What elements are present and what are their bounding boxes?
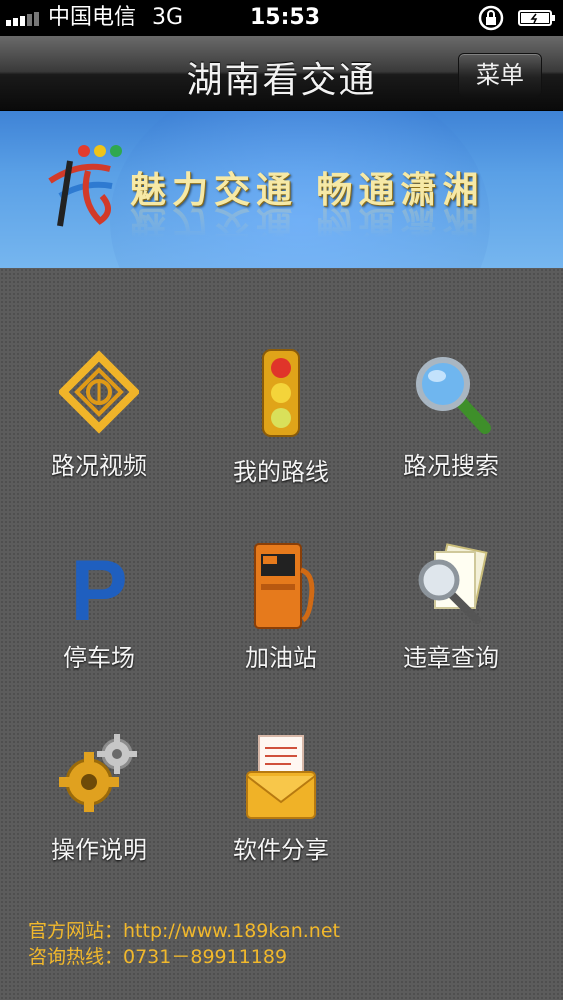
footer-info: 官方网站：http://www.189kan.net 咨询热线：0731－899… [28, 918, 340, 970]
grid-item-violation-query[interactable]: 违章查询 [366, 540, 536, 700]
video-camera-icon [59, 350, 139, 434]
document-search-icon [418, 543, 488, 624]
app-logo-icon [48, 145, 122, 227]
grid-label: 软件分享 [233, 836, 329, 864]
grid-label: 我的路线 [233, 458, 329, 486]
grid-item-parking[interactable]: P 停车场 [14, 540, 184, 700]
grid-item-share-app[interactable]: 软件分享 [196, 732, 366, 892]
fuel-pump-icon [254, 543, 315, 629]
gears-icon [59, 734, 137, 812]
parking-icon: P [70, 543, 127, 630]
grid-item-traffic-search[interactable]: 路况搜索 [366, 348, 536, 508]
banner: 魅力交通 畅通潇湘 魅力交通 畅通潇湘 [0, 111, 563, 268]
main-menu-grid: 路况视频 我的路线 路况搜索 P 停车场 加油站 违章查询 操作说明 软件分享 [0, 268, 563, 1000]
grid-item-traffic-video[interactable]: 路况视频 [14, 348, 184, 508]
status-clock: 15:53 [250, 5, 321, 30]
battery-icon [518, 10, 555, 26]
grid-label: 违章查询 [403, 644, 499, 672]
carrier-name: 中国电信 [48, 5, 137, 30]
grid-label: 加油站 [245, 644, 317, 672]
menu-button[interactable]: 菜单 [458, 53, 542, 97]
grid-label: 路况搜索 [403, 452, 499, 480]
grid-label: 操作说明 [51, 836, 147, 864]
navigation-bar: 湖南看交通 菜单 [0, 36, 563, 111]
hotline-text[interactable]: 咨询热线：0731－89911189 [28, 944, 340, 970]
grid-label: 路况视频 [51, 452, 147, 480]
envelope-icon [246, 735, 316, 819]
magnifier-icon [416, 357, 491, 434]
traffic-light-icon [262, 349, 300, 437]
banner-slogan-reflection: 魅力交通 畅通潇湘 [130, 203, 485, 244]
rotation-lock-icon [478, 5, 504, 31]
network-type: 3G [152, 5, 184, 30]
signal-strength-icon [6, 12, 39, 26]
status-bar: 中国电信 3G 15:53 [0, 0, 563, 36]
grid-item-my-route[interactable]: 我的路线 [196, 348, 366, 508]
website-link[interactable]: 官方网站：http://www.189kan.net [28, 918, 340, 944]
grid-item-instructions[interactable]: 操作说明 [14, 732, 184, 892]
grid-item-gas-station[interactable]: 加油站 [196, 540, 366, 700]
grid-label: 停车场 [63, 644, 135, 672]
svg-text:P: P [70, 543, 127, 630]
